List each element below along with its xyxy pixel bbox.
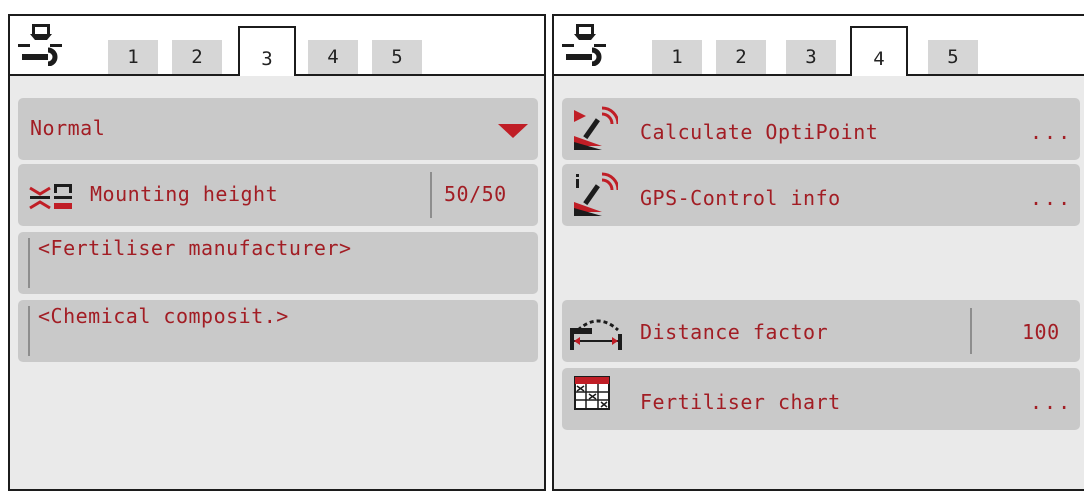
- right-content-area: Calculate OptiPoint ... GPS-Control info…: [554, 74, 1084, 489]
- distance-factor-label: Distance factor: [640, 320, 829, 344]
- right-tab-2[interactable]: 2: [716, 40, 766, 74]
- left-tab-4[interactable]: 4: [308, 40, 358, 74]
- calculate-optipoint-more: ...: [1030, 120, 1073, 144]
- calculate-optipoint-label: Calculate OptiPoint: [640, 120, 879, 144]
- mounting-height-divider: [430, 172, 432, 218]
- right-tab-4-active[interactable]: 4: [850, 26, 908, 76]
- left-tab-1[interactable]: 1: [108, 40, 158, 74]
- fertiliser-chart-button[interactable]: Fertiliser chart ...: [562, 368, 1080, 430]
- gps-control-info-button[interactable]: GPS-Control info ...: [562, 164, 1080, 226]
- left-content-area: Normal Mounting height 50/50 <Fertiliser…: [10, 74, 544, 489]
- right-tab-5[interactable]: 5: [928, 40, 978, 74]
- field-cursor-bar: [28, 238, 30, 288]
- fertiliser-manufacturer-field[interactable]: <Fertiliser manufacturer>: [18, 232, 538, 294]
- field-cursor-bar: [28, 306, 30, 356]
- distance-factor-value: 100: [1022, 320, 1060, 344]
- fertiliser-chart-more: ...: [1030, 390, 1073, 414]
- mounting-height-label: Mounting height: [90, 182, 279, 206]
- mounting-height-icon: [29, 184, 72, 210]
- right-tab-3[interactable]: 3: [786, 40, 836, 74]
- right-tab-1[interactable]: 1: [652, 40, 702, 74]
- mounting-height-row[interactable]: Mounting height 50/50: [18, 164, 538, 226]
- right-panel: 1 2 3 4 5 Calculate OptiPoint ... GPS-Co…: [552, 14, 1084, 491]
- left-tab-bar: 1 2 3 4 5: [10, 16, 544, 76]
- distance-factor-row[interactable]: Distance factor 100: [562, 300, 1080, 362]
- gps-control-info-more: ...: [1030, 186, 1073, 210]
- dropdown-arrow-icon: [498, 124, 528, 138]
- distance-factor-icon: [570, 319, 622, 350]
- fertiliser-chart-icon: [574, 376, 610, 410]
- fertiliser-manufacturer-value: <Fertiliser manufacturer>: [38, 236, 352, 260]
- right-tab-bar: 1 2 3 4 5: [554, 16, 1084, 76]
- left-tab-5[interactable]: 5: [372, 40, 422, 74]
- gps-info-icon: [574, 172, 618, 216]
- left-panel: 1 2 3 4 5 Normal Mounting height 50/50 <…: [8, 14, 546, 491]
- fertiliser-chart-label: Fertiliser chart: [640, 390, 841, 414]
- gps-control-info-label: GPS-Control info: [640, 186, 841, 210]
- distance-factor-divider: [970, 308, 972, 354]
- mode-select-value: Normal: [30, 116, 106, 140]
- left-tab-2[interactable]: 2: [172, 40, 222, 74]
- chemical-composition-value: <Chemical composit.>: [38, 304, 289, 328]
- left-tab-3-active[interactable]: 3: [238, 26, 296, 76]
- calculate-optipoint-button[interactable]: Calculate OptiPoint ...: [562, 98, 1080, 160]
- machine-settings-icon: [18, 24, 62, 66]
- mode-select[interactable]: Normal: [18, 98, 538, 160]
- machine-settings-icon: [562, 24, 606, 66]
- mounting-height-value: 50/50: [444, 182, 507, 206]
- chemical-composition-field[interactable]: <Chemical composit.>: [18, 300, 538, 362]
- optipoint-calc-icon: [574, 106, 618, 150]
